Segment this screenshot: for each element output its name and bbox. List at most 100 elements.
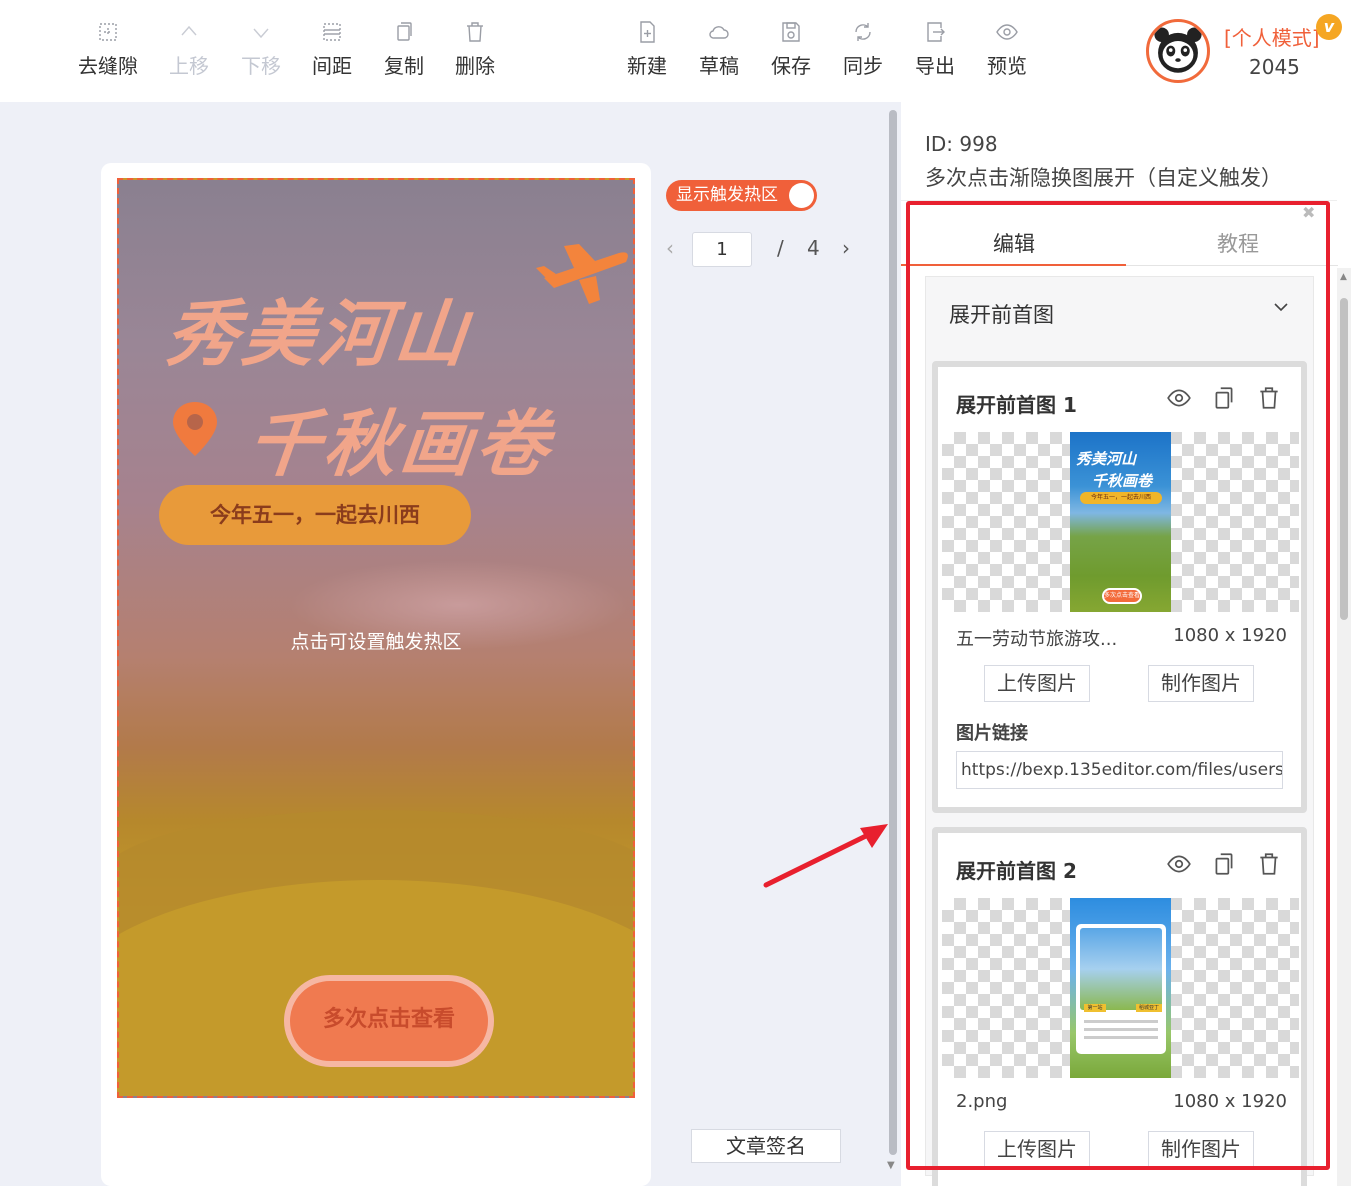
export-icon — [927, 22, 945, 42]
draft-label: 草稿 — [699, 54, 739, 78]
scroll-down-icon[interactable]: ▼ — [887, 1160, 895, 1171]
poster-title-line1: 秀美河山 — [161, 292, 475, 376]
red-arrow-annotation — [763, 824, 888, 888]
panda-avatar-icon[interactable] — [1146, 19, 1210, 83]
user-id: 2045 — [1249, 55, 1300, 79]
copy-icon — [397, 22, 412, 41]
thumb-cta: 多次点击查看 — [1102, 588, 1142, 604]
file-name: 五一劳动节旅游攻... — [956, 629, 1118, 650]
tab-tutorial[interactable]: 教程 — [1217, 228, 1259, 258]
trash-icon — [467, 22, 483, 42]
new-file-icon — [640, 21, 655, 43]
copy-button[interactable]: 复制 — [368, 20, 440, 86]
component-id: ID: 998 — [925, 132, 998, 156]
hotspot-toggle[interactable]: 显示触发热区 — [666, 180, 817, 211]
account-mode-label[interactable]: [个人模式] — [1224, 22, 1320, 51]
copy-icon[interactable] — [1211, 385, 1237, 411]
new-label: 新建 — [627, 54, 667, 78]
panel-scrollbar[interactable]: ▲ — [1337, 268, 1351, 1186]
cloud-icon — [709, 26, 729, 39]
file-name: 2.png — [956, 1091, 1008, 1112]
poster-title-line2: 千秋画卷 — [243, 402, 557, 486]
hotspot-toggle-label: 显示触发热区 — [676, 185, 778, 205]
move-up-button[interactable]: 上移 — [153, 20, 225, 86]
chevron-down-icon[interactable] — [1271, 297, 1291, 317]
image-card-1: 展开前首图 1 秀美河山 千秋画卷 今年五一，一起去川西 多次点击查看 五一劳动… — [932, 361, 1307, 813]
draft-button[interactable]: 草稿 — [683, 20, 755, 86]
sync-icon — [855, 23, 871, 41]
chevron-down-icon — [253, 28, 269, 39]
thumb-title1: 秀美河山 — [1076, 450, 1137, 468]
move-up-label: 上移 — [169, 54, 209, 78]
export-label: 导出 — [915, 54, 955, 78]
thumb-title2: 千秋画卷 — [1092, 472, 1153, 490]
delete-label: 删除 — [455, 54, 495, 78]
eye-icon[interactable] — [1166, 851, 1192, 877]
close-icon[interactable]: ✖ — [1302, 203, 1315, 222]
scroll-up-icon[interactable]: ▲ — [1340, 272, 1347, 282]
preview-label: 预览 — [987, 54, 1027, 78]
page-separator: / — [777, 236, 784, 260]
image-link-label: 图片链接 — [956, 723, 1028, 744]
make-image-button[interactable]: 制作图片 — [1148, 1131, 1254, 1168]
active-tab-indicator — [901, 264, 1126, 266]
spacing-button[interactable]: 间距 — [296, 20, 368, 86]
save-button[interactable]: 保存 — [755, 20, 827, 86]
hotspot-hint[interactable]: 点击可设置触发热区 — [119, 627, 633, 654]
poster-subtitle: 今年五一，一起去川西 — [159, 485, 471, 545]
page-total: 4 — [807, 236, 820, 260]
thumbnail-image: 秀美河山 千秋画卷 今年五一，一起去川西 多次点击查看 — [1070, 432, 1171, 612]
article-signature-button[interactable]: 文章签名 — [691, 1129, 841, 1163]
airplane-icon — [536, 244, 628, 304]
component-name: 多次点击渐隐换图展开（自定义触发） — [925, 166, 1282, 190]
preview-button[interactable]: 预览 — [971, 20, 1043, 86]
thumbnail-image: 第一站 稻城亚丁 — [1070, 898, 1171, 1078]
top-toolbar: 去缝隙 上移 下移 间距 复制 删除 新建 草稿 保存 同步 导出 预览 [个人… — [0, 0, 1351, 102]
save-icon — [782, 22, 800, 42]
toggle-knob — [789, 183, 814, 208]
image-size: 1080 x 1920 — [1173, 1091, 1287, 1112]
tab-edit[interactable]: 编辑 — [993, 228, 1035, 258]
upload-image-button[interactable]: 上传图片 — [984, 665, 1090, 702]
thumb-subtitle: 今年五一，一起去川西 — [1080, 492, 1162, 504]
copy-icon[interactable] — [1211, 851, 1237, 877]
spacing-icon — [323, 23, 341, 41]
page-input[interactable]: 1 — [692, 232, 752, 267]
poster-preview[interactable]: 秀美河山 千秋画卷 今年五一，一起去川西 点击可设置触发热区 多次点击查看 — [117, 178, 635, 1098]
sync-label: 同步 — [843, 54, 883, 78]
make-image-button[interactable]: 制作图片 — [1148, 665, 1254, 702]
copy-label: 复制 — [384, 54, 424, 78]
move-down-button[interactable]: 下移 — [225, 20, 297, 86]
section-title[interactable]: 展开前首图 — [949, 299, 1054, 329]
export-button[interactable]: 导出 — [899, 20, 971, 86]
image-preview[interactable]: 第一站 稻城亚丁 — [942, 898, 1299, 1078]
new-button[interactable]: 新建 — [611, 20, 683, 86]
page-next-icon[interactable]: › — [842, 236, 850, 260]
chevron-up-icon — [181, 25, 197, 36]
dotted-square-icon — [99, 23, 117, 41]
panel-tabs: 编辑 教程 — [901, 222, 1338, 266]
delete-button[interactable]: 删除 — [439, 20, 511, 86]
image-size: 1080 x 1920 — [1173, 625, 1287, 646]
properties-panel: ID: 998 多次点击渐隐换图展开（自定义触发） ✖ 编辑 教程 展开前首图 … — [901, 102, 1351, 1186]
location-pin-icon — [173, 402, 217, 456]
image-card-2: 展开前首图 2 第一站 稻城亚丁 2.png 1080 x 1920 上传图片 … — [932, 827, 1307, 1186]
image-preview[interactable]: 秀美河山 千秋画卷 今年五一，一起去川西 多次点击查看 — [942, 432, 1299, 612]
eye-icon — [996, 24, 1018, 40]
image-link-input[interactable]: https://bexp.135editor.com/files/users/1… — [956, 751, 1283, 789]
trash-icon[interactable] — [1256, 385, 1282, 411]
trash-icon[interactable] — [1256, 851, 1282, 877]
eye-icon[interactable] — [1166, 385, 1192, 411]
spacing-label: 间距 — [312, 54, 352, 78]
scrollbar-thumb[interactable] — [1340, 298, 1348, 620]
poster-cta-button[interactable]: 多次点击查看 — [284, 975, 494, 1067]
sync-button[interactable]: 同步 — [827, 20, 899, 86]
canvas-scrollbar[interactable] — [889, 110, 897, 1155]
page-prev-icon[interactable]: ‹ — [666, 236, 674, 260]
remove-gap-button[interactable]: 去缝隙 — [72, 20, 144, 86]
section-before-expand: 展开前首图 展开前首图 1 秀美河山 千秋画卷 今年五一，一起去川西 多次点击查… — [925, 276, 1314, 1186]
thumb-tag: 第一站 — [1084, 1004, 1106, 1012]
move-down-label: 下移 — [241, 54, 281, 78]
upload-image-button[interactable]: 上传图片 — [984, 1131, 1090, 1168]
card-title: 展开前首图 2 — [956, 859, 1077, 883]
